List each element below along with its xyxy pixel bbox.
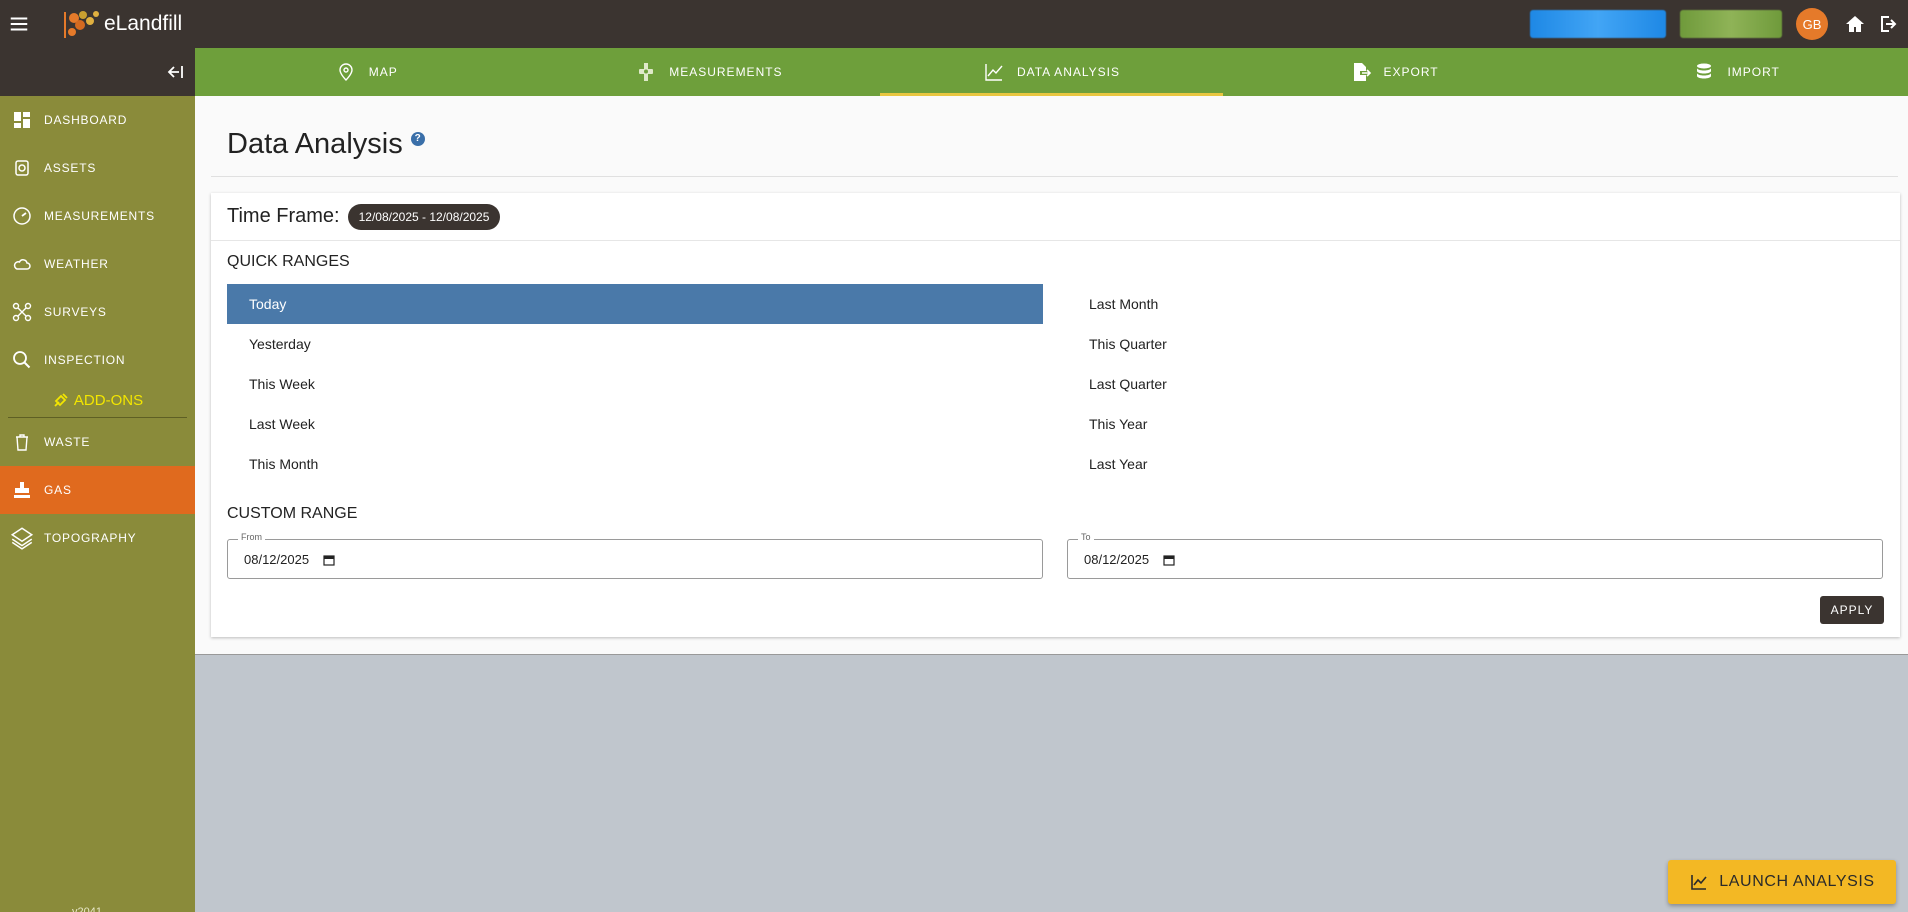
tab-label: EXPORT <box>1383 65 1439 79</box>
sidebar-item-label: WEATHER <box>44 257 109 271</box>
sidebar: DASHBOARD ASSETS MEASUREMENTS WEATHER SU… <box>0 48 195 912</box>
to-date-label: To <box>1078 532 1094 542</box>
tab-label: DATA ANALYSIS <box>1016 65 1120 79</box>
to-date-value: 08/12/2025 <box>1084 552 1150 567</box>
sidebar-item-assets[interactable]: ASSETS <box>0 144 195 192</box>
quick-range-this-week[interactable]: This Week <box>227 364 1043 404</box>
app-name: eLandfill <box>104 12 183 35</box>
chart-line-icon <box>1691 875 1707 890</box>
sidebar-item-label: SURVEYS <box>44 305 107 319</box>
custom-range-label: CUSTOM RANGE <box>227 505 358 522</box>
timeframe-header: Time Frame: 12/08/2025 - 12/08/2025 <box>211 193 1900 241</box>
cloud-icon <box>13 259 31 270</box>
page-title-text: Data Analysis <box>227 128 403 160</box>
addons-label: ADD-ONS <box>73 392 144 409</box>
to-date-field[interactable]: To 08/12/2025 <box>1067 532 1883 579</box>
plug-icon <box>54 392 68 407</box>
app-version: v2041 <box>72 906 102 912</box>
tab-label: MEASUREMENTS <box>669 65 783 79</box>
database-icon <box>1697 63 1712 79</box>
sidebar-collapse <box>0 48 195 96</box>
quick-ranges-label: QUICK RANGES <box>227 253 350 270</box>
launch-analysis-button[interactable]: LAUNCH ANALYSIS <box>1668 860 1896 904</box>
sidebar-item-label: GAS <box>44 483 72 497</box>
sidebar-item-inspection[interactable]: INSPECTION <box>0 336 195 384</box>
apply-button[interactable]: APPLY <box>1820 596 1884 624</box>
sidebar-item-measurements[interactable]: MEASUREMENTS <box>0 192 195 240</box>
logo-icon <box>64 11 99 38</box>
quick-range-this-quarter[interactable]: This Quarter <box>1067 324 1883 364</box>
quick-ranges-left: Today Yesterday This Week Last Week This… <box>227 284 1043 484</box>
file-export-icon <box>1353 63 1371 81</box>
quick-range-this-month[interactable]: This Month <box>227 444 1043 484</box>
sidebar-item-waste[interactable]: WASTE <box>0 418 195 466</box>
main-panel: Data Analysis ? Time Frame: 12/08/2025 -… <box>195 96 1908 655</box>
tab-label: MAP <box>368 65 398 79</box>
tab-import[interactable]: IMPORT <box>1565 48 1908 96</box>
chart-line-icon <box>985 64 1003 81</box>
blurred-project-selector[interactable] <box>1530 10 1666 38</box>
magnify-icon <box>13 351 31 369</box>
sidebar-item-label: ASSETS <box>44 161 97 175</box>
calendar-icon[interactable] <box>323 554 335 566</box>
quick-range-today[interactable]: Today <box>227 284 1043 324</box>
gauge-icon <box>13 207 31 225</box>
app-logo[interactable]: eLandfill <box>62 8 182 40</box>
addons-header: ADD-ONS <box>8 384 187 418</box>
page-title: Data Analysis ? <box>227 128 425 161</box>
home-icon[interactable] <box>1840 9 1870 39</box>
divider <box>211 176 1898 177</box>
from-date-field[interactable]: From 08/12/2025 <box>227 532 1043 579</box>
tab-data-analysis[interactable]: DATA ANALYSIS <box>880 48 1223 96</box>
module-tabs: MAP MEASUREMENTS DATA ANALYSIS EXPORT IM… <box>195 48 1908 96</box>
sidebar-item-label: MEASUREMENTS <box>44 209 155 223</box>
user-avatar[interactable]: GB <box>1796 8 1828 40</box>
sidebar-item-topography[interactable]: TOPOGRAPHY <box>0 514 195 562</box>
sidebar-item-weather[interactable]: WEATHER <box>0 240 195 288</box>
timeframe-label: Time Frame: <box>227 205 340 227</box>
tab-measurements[interactable]: MEASUREMENTS <box>538 48 881 96</box>
sidebar-item-label: TOPOGRAPHY <box>44 531 137 545</box>
tab-map[interactable]: MAP <box>195 48 538 96</box>
logout-icon[interactable] <box>1874 9 1904 39</box>
from-date-value: 08/12/2025 <box>244 552 310 567</box>
map-pin-icon <box>339 63 353 81</box>
sidebar-item-label: WASTE <box>44 435 91 449</box>
tab-export[interactable]: EXPORT <box>1223 48 1566 96</box>
timeframe-chip: 12/08/2025 - 12/08/2025 <box>347 203 501 230</box>
trash-icon <box>16 434 28 451</box>
collapse-icon[interactable] <box>165 62 185 82</box>
sidebar-item-dashboard[interactable]: DASHBOARD <box>0 96 195 144</box>
quick-range-last-month[interactable]: Last Month <box>1067 284 1883 324</box>
blurred-site-selector[interactable] <box>1680 10 1782 38</box>
help-icon[interactable]: ? <box>410 131 425 146</box>
quick-ranges-right: Last Month This Quarter Last Quarter Thi… <box>1067 284 1883 484</box>
menu-icon[interactable] <box>0 0 38 48</box>
sidebar-item-label: DASHBOARD <box>44 113 128 127</box>
from-date-label: From <box>238 532 265 542</box>
calendar-icon[interactable] <box>1163 554 1175 566</box>
top-bar: eLandfill GB <box>0 0 1908 48</box>
sidebar-item-gas[interactable]: GAS <box>0 466 195 514</box>
quick-range-last-year[interactable]: Last Year <box>1067 444 1883 484</box>
sidebar-item-label: INSPECTION <box>44 353 126 367</box>
quick-range-yesterday[interactable]: Yesterday <box>227 324 1043 364</box>
layers-icon <box>10 527 34 550</box>
launch-analysis-label: LAUNCH ANALYSIS <box>1719 873 1875 890</box>
quick-range-last-quarter[interactable]: Last Quarter <box>1067 364 1883 404</box>
drone-icon <box>12 302 32 322</box>
timeframe-card: Time Frame: 12/08/2025 - 12/08/2025 QUIC… <box>211 193 1900 637</box>
pipe-icon <box>639 63 654 81</box>
assets-icon <box>15 160 29 176</box>
quick-range-this-year[interactable]: This Year <box>1067 404 1883 444</box>
tab-label: IMPORT <box>1727 65 1780 79</box>
dashboard-icon <box>14 112 30 128</box>
sidebar-item-surveys[interactable]: SURVEYS <box>0 288 195 336</box>
quick-range-last-week[interactable]: Last Week <box>227 404 1043 444</box>
gas-icon <box>14 482 30 498</box>
